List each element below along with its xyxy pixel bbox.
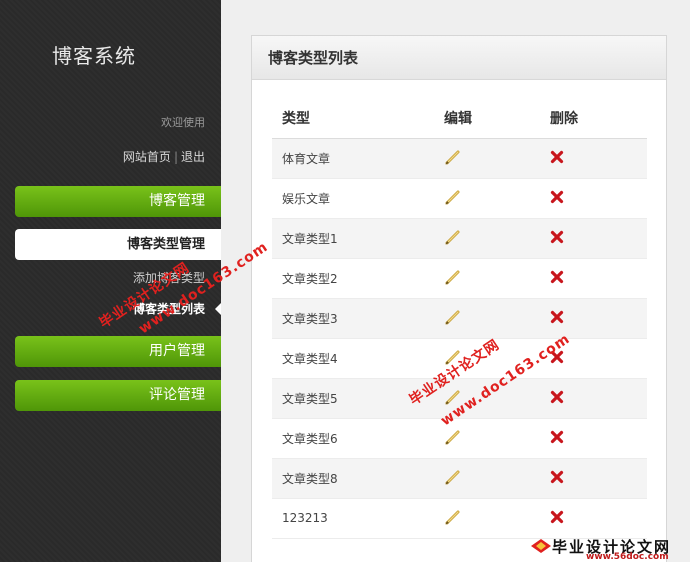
delete-x-icon[interactable] <box>550 150 564 164</box>
delete-x-icon[interactable] <box>550 230 564 244</box>
table-row: 文章类型6 <box>272 418 647 459</box>
blog-type-table: 类型 编辑 删除 体育文章 娱乐文章 文章类型1 文章类型2 文章类型3 文章类型4 文章类… <box>272 98 647 539</box>
footer-watermark: 毕业设计论文网 www.56doc.com <box>530 530 690 562</box>
blog-type-name: 123213 <box>272 498 434 539</box>
blog-type-name: 文章类型4 <box>272 338 434 379</box>
home-link[interactable]: 网站首页 <box>123 150 171 164</box>
edit-cell <box>434 178 540 219</box>
header-type: 类型 <box>272 98 434 139</box>
table-row: 文章类型1 <box>272 218 647 259</box>
watermark-logo-icon <box>531 539 551 553</box>
blog-type-name: 娱乐文章 <box>272 178 434 219</box>
panel-title: 博客类型列表 <box>252 36 666 80</box>
nav-blog-type-management[interactable]: 博客类型管理 <box>15 229 221 260</box>
blog-type-name: 文章类型1 <box>272 218 434 259</box>
blog-type-name: 文章类型2 <box>272 258 434 299</box>
content-panel: 博客类型列表 类型 编辑 删除 体育文章 娱乐文章 文章类型1 文章类型2 文章类型3 文… <box>251 35 667 562</box>
blog-type-name: 文章类型8 <box>272 458 434 499</box>
welcome-text: 欢迎使用 <box>161 116 205 129</box>
edit-cell <box>434 458 540 499</box>
table-header-row: 类型 编辑 删除 <box>272 98 647 139</box>
link-separator: | <box>173 150 178 164</box>
pencil-icon[interactable] <box>444 508 462 526</box>
pencil-icon[interactable] <box>444 468 462 486</box>
delete-cell <box>540 378 647 419</box>
delete-x-icon[interactable] <box>550 310 564 324</box>
table-row: 体育文章 <box>272 138 647 179</box>
table-row: 娱乐文章 <box>272 178 647 219</box>
table-row: 文章类型2 <box>272 258 647 299</box>
edit-cell <box>434 218 540 259</box>
pencil-icon[interactable] <box>444 268 462 286</box>
header-edit: 编辑 <box>434 98 540 139</box>
delete-cell <box>540 298 647 339</box>
pencil-icon[interactable] <box>444 428 462 446</box>
delete-cell <box>540 258 647 299</box>
logout-link[interactable]: 退出 <box>181 150 205 164</box>
nav-user-management[interactable]: 用户管理 <box>15 336 221 367</box>
nav-comment-management[interactable]: 评论管理 <box>15 380 221 411</box>
sidebar: 博客系统 欢迎使用 网站首页 | 退出 博客管理 博客类型管理 添加博客类型 博客类… <box>0 0 221 562</box>
delete-cell <box>540 418 647 459</box>
delete-x-icon[interactable] <box>550 510 564 524</box>
delete-cell <box>540 458 647 499</box>
delete-x-icon[interactable] <box>550 270 564 284</box>
blog-type-name: 文章类型3 <box>272 298 434 339</box>
edit-cell <box>434 298 540 339</box>
pencil-icon[interactable] <box>444 308 462 326</box>
blog-type-name: 文章类型6 <box>272 418 434 459</box>
delete-x-icon[interactable] <box>550 190 564 204</box>
pencil-icon[interactable] <box>444 148 462 166</box>
edit-cell <box>434 138 540 179</box>
watermark-footer-url: www.56doc.com <box>586 552 669 562</box>
table-body: 体育文章 娱乐文章 文章类型1 文章类型2 文章类型3 文章类型4 文章类型5 文章类型6 文章… <box>272 138 647 539</box>
pencil-icon[interactable] <box>444 228 462 246</box>
delete-x-icon[interactable] <box>550 470 564 484</box>
delete-x-icon[interactable] <box>550 430 564 444</box>
top-links: 网站首页 | 退出 <box>123 148 205 165</box>
nav-blog-management[interactable]: 博客管理 <box>15 186 221 217</box>
delete-cell <box>540 178 647 219</box>
edit-cell <box>434 258 540 299</box>
delete-cell <box>540 138 647 179</box>
table-row: 文章类型8 <box>272 458 647 499</box>
brand-title: 博客系统 <box>52 44 136 68</box>
delete-x-icon[interactable] <box>550 390 564 404</box>
edit-cell <box>434 498 540 539</box>
delete-cell <box>540 218 647 259</box>
pencil-icon[interactable] <box>444 188 462 206</box>
blog-type-name: 体育文章 <box>272 138 434 179</box>
table-row: 文章类型3 <box>272 298 647 339</box>
header-delete: 删除 <box>540 98 647 139</box>
active-pointer-icon <box>215 303 221 315</box>
